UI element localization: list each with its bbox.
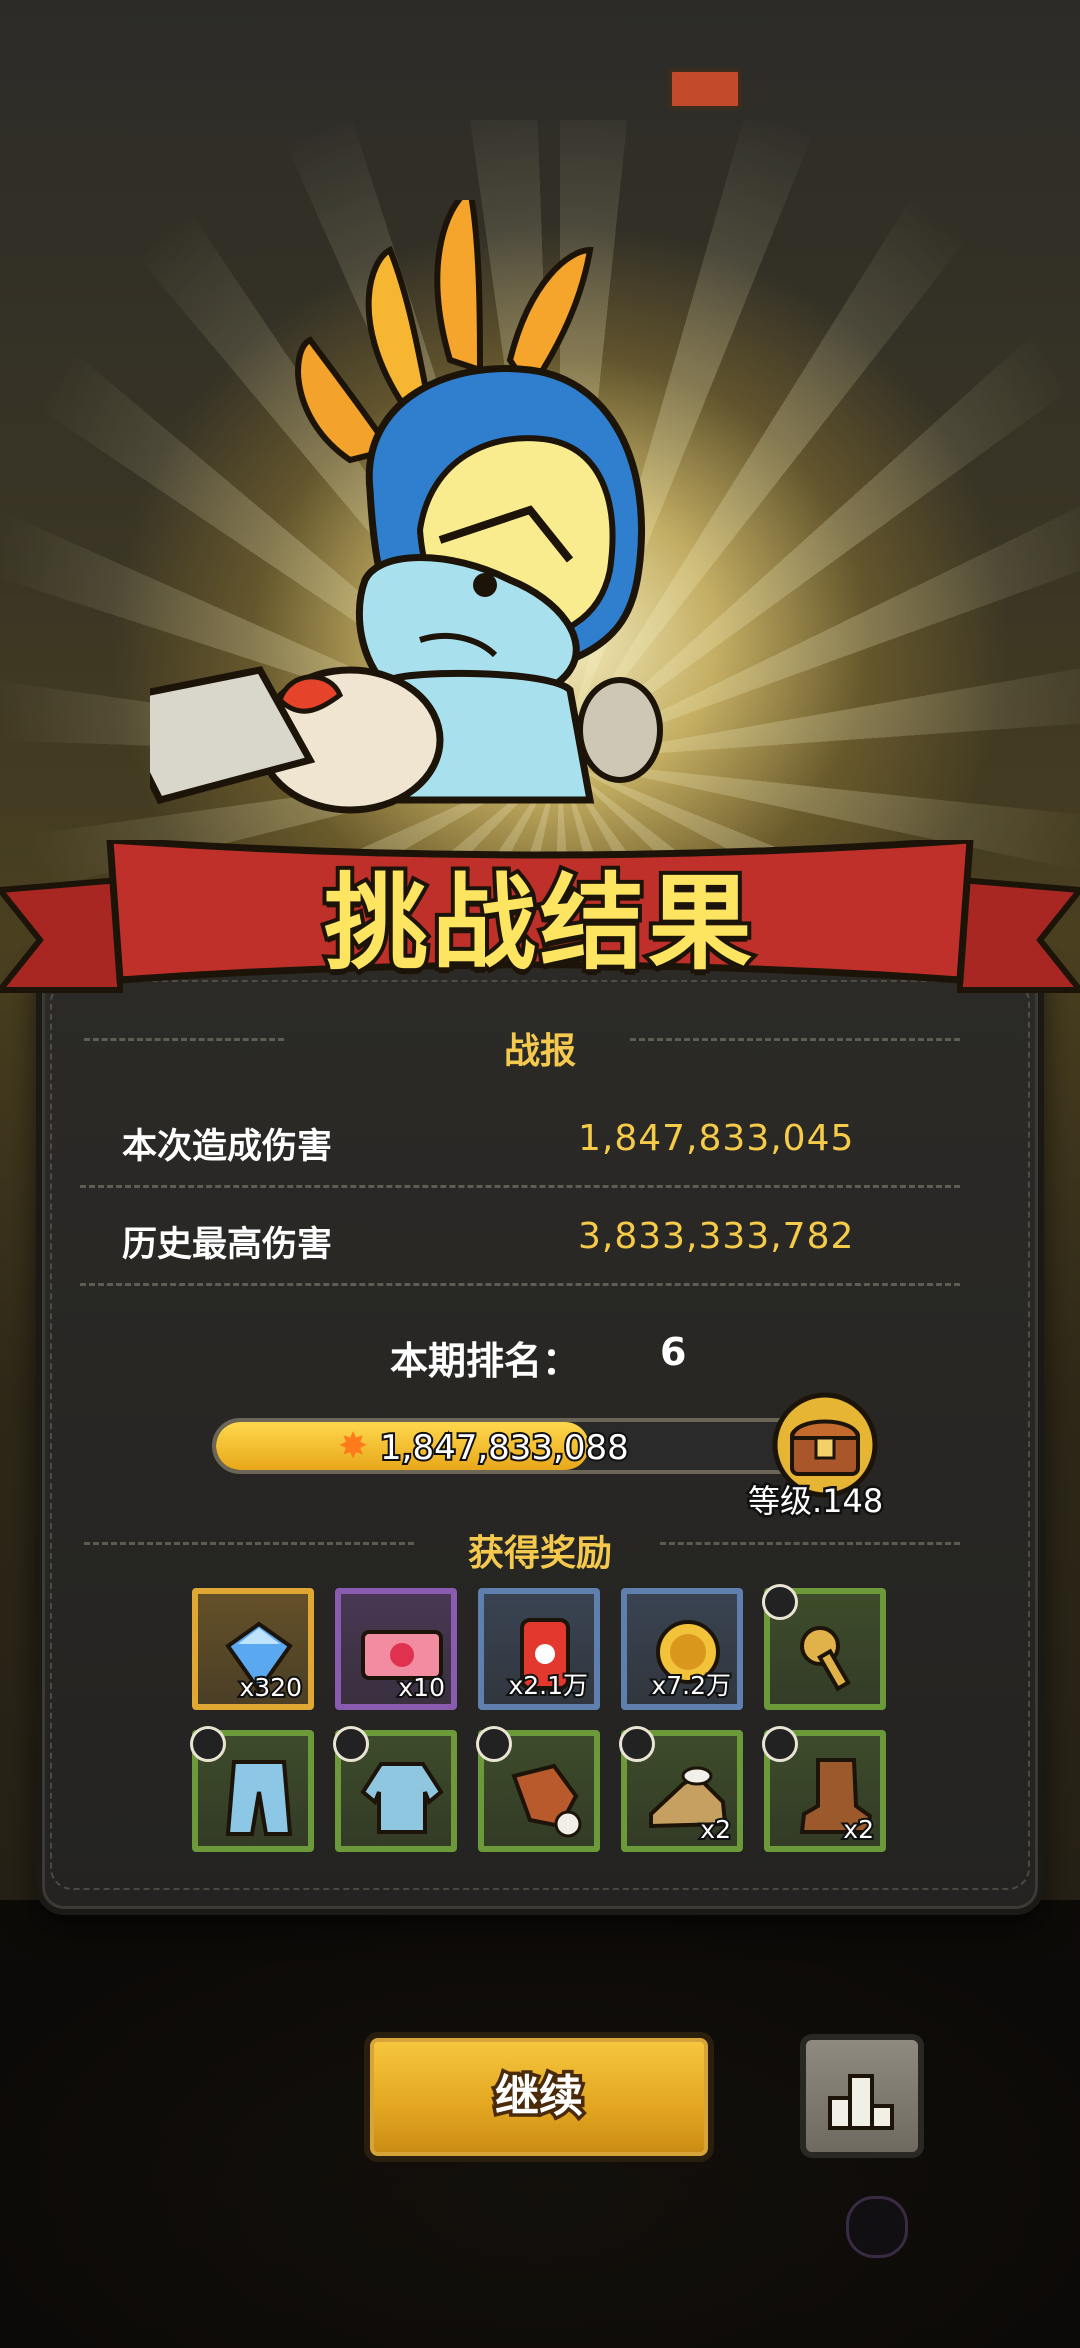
divider bbox=[84, 1038, 284, 1041]
flame-icon: ✸ bbox=[338, 1426, 369, 1467]
reward-item-sweater[interactable] bbox=[333, 1726, 457, 1852]
reward-item-soda-can[interactable]: x2.1万 bbox=[478, 1588, 600, 1710]
reward-qty: x320 bbox=[237, 1671, 303, 1704]
ranking-button[interactable] bbox=[800, 2034, 924, 2158]
reward-item-gold-coin[interactable]: x7.2万 bbox=[621, 1588, 743, 1710]
sweater-icon bbox=[360, 1762, 444, 1834]
result-title: 挑战结果 bbox=[320, 858, 756, 988]
divider bbox=[84, 1542, 414, 1545]
level-label: 等级.148 bbox=[745, 1480, 885, 1523]
damage-this-time-label: 本次造成伤害 bbox=[122, 1127, 333, 1167]
rewards-title: 获得奖励 bbox=[467, 1533, 612, 1574]
dark-orb-decoration bbox=[846, 2196, 908, 2258]
rank-label: 本期排名： bbox=[390, 1339, 581, 1383]
reward-item-pants[interactable] bbox=[190, 1726, 314, 1852]
continue-button[interactable]: 继续 bbox=[364, 2032, 714, 2162]
podium-icon bbox=[828, 2074, 894, 2130]
best-damage-label: 历史最高伤害 bbox=[122, 1225, 333, 1265]
divider bbox=[660, 1542, 960, 1545]
reward-qty: x2 bbox=[698, 1813, 733, 1846]
best-damage-value: 3,833,333,782 bbox=[578, 1216, 855, 1257]
continue-button-label: 继续 bbox=[492, 2068, 587, 2126]
windup-key-icon bbox=[800, 1626, 851, 1692]
reward-qty: x2 bbox=[841, 1813, 876, 1846]
damage-progress-value: 1,847,833,088 bbox=[378, 1426, 631, 1470]
divider bbox=[80, 1185, 960, 1188]
divider bbox=[630, 1038, 960, 1041]
reward-qty: x7.2万 bbox=[649, 1669, 733, 1702]
pants-icon bbox=[225, 1760, 293, 1836]
divider bbox=[80, 1283, 960, 1286]
report-title: 战报 bbox=[503, 1031, 576, 1072]
reward-qty: x2.1万 bbox=[506, 1669, 590, 1702]
rank-value: 6 bbox=[660, 1330, 687, 1374]
reward-item-sneaker[interactable]: x2 bbox=[619, 1726, 743, 1852]
reward-item-windup-key[interactable] bbox=[762, 1584, 886, 1710]
reward-item-boot[interactable]: x2 bbox=[762, 1726, 886, 1852]
battery-prop bbox=[668, 68, 742, 110]
reward-item-ticket[interactable]: x10 bbox=[335, 1588, 457, 1710]
glove-icon bbox=[511, 1763, 582, 1838]
damage-this-time-value: 1,847,833,045 bbox=[578, 1118, 855, 1159]
boss-character-illustration bbox=[150, 200, 663, 814]
reward-qty: x10 bbox=[396, 1671, 447, 1704]
reward-item-diamond[interactable]: x320 bbox=[192, 1588, 314, 1710]
reward-item-glove[interactable] bbox=[476, 1726, 600, 1852]
